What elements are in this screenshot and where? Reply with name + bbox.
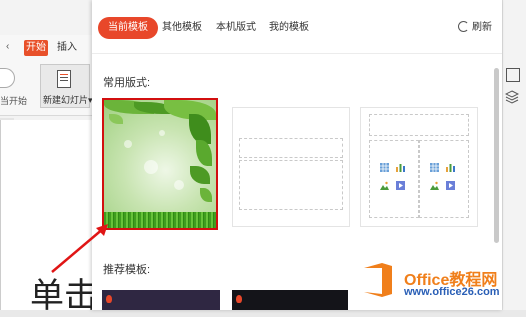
panel-scrollbar[interactable] bbox=[494, 68, 499, 243]
recommended-template-2[interactable] bbox=[232, 290, 348, 310]
title-placeholder bbox=[239, 138, 343, 158]
panel-header: 当前模板 其他模板 本机版式 我的模板 刷新 bbox=[92, 0, 502, 54]
annotation-arrow bbox=[51, 224, 108, 273]
content-placeholder bbox=[239, 160, 343, 210]
chart-icon bbox=[396, 164, 405, 172]
layout-card-two-content[interactable] bbox=[360, 107, 478, 227]
new-slide-label: 新建幻灯片▾ bbox=[43, 95, 93, 105]
hot-icon bbox=[106, 295, 112, 303]
recommended-template-1[interactable] bbox=[102, 290, 220, 310]
section-common-layouts-title: 常用版式: bbox=[103, 77, 151, 89]
watermark-url: www.office26.com bbox=[404, 286, 500, 298]
design-icon[interactable] bbox=[506, 68, 520, 82]
tab-other-templates[interactable]: 其他模板 bbox=[162, 17, 202, 39]
grass-decoration bbox=[104, 212, 216, 228]
layout-card-nature[interactable] bbox=[102, 98, 218, 230]
new-slide-button[interactable]: 新建幻灯片▾ bbox=[40, 64, 93, 108]
refresh-button[interactable]: 刷新 bbox=[458, 17, 492, 39]
layout-card-title[interactable] bbox=[232, 107, 350, 227]
layers-icon[interactable] bbox=[505, 90, 519, 104]
chart-icon bbox=[446, 164, 455, 172]
title-placeholder bbox=[369, 114, 469, 136]
start-label[interactable]: 当开始 bbox=[0, 94, 27, 107]
table-icon bbox=[430, 163, 439, 172]
hot-icon bbox=[236, 295, 242, 303]
template-panel: 当前模板 其他模板 本机版式 我的模板 刷新 常用版式: 推荐模板: bbox=[92, 0, 502, 310]
office-logo-icon bbox=[364, 263, 392, 297]
tab-current-template[interactable]: 当前模板 bbox=[98, 17, 158, 39]
media-icon bbox=[446, 181, 455, 190]
picture-icon bbox=[380, 181, 389, 190]
tab-insert[interactable]: 插入 bbox=[57, 40, 77, 56]
tab-local-layouts[interactable]: 本机版式 bbox=[216, 17, 256, 39]
nature-background-image bbox=[104, 100, 216, 228]
left-content-placeholder bbox=[369, 140, 419, 218]
refresh-icon bbox=[458, 21, 469, 32]
right-content-placeholder bbox=[419, 140, 469, 218]
media-icon bbox=[396, 181, 405, 190]
tab-home[interactable]: 开始 bbox=[24, 40, 48, 56]
tab-my-templates[interactable]: 我的模板 bbox=[269, 17, 309, 39]
refresh-label: 刷新 bbox=[472, 22, 492, 33]
new-slide-icon bbox=[57, 70, 71, 88]
picture-icon bbox=[430, 181, 439, 190]
ribbon-arrow-icon[interactable]: ‹ bbox=[6, 41, 9, 52]
right-side-toolbar bbox=[502, 0, 526, 310]
table-icon bbox=[380, 163, 389, 172]
